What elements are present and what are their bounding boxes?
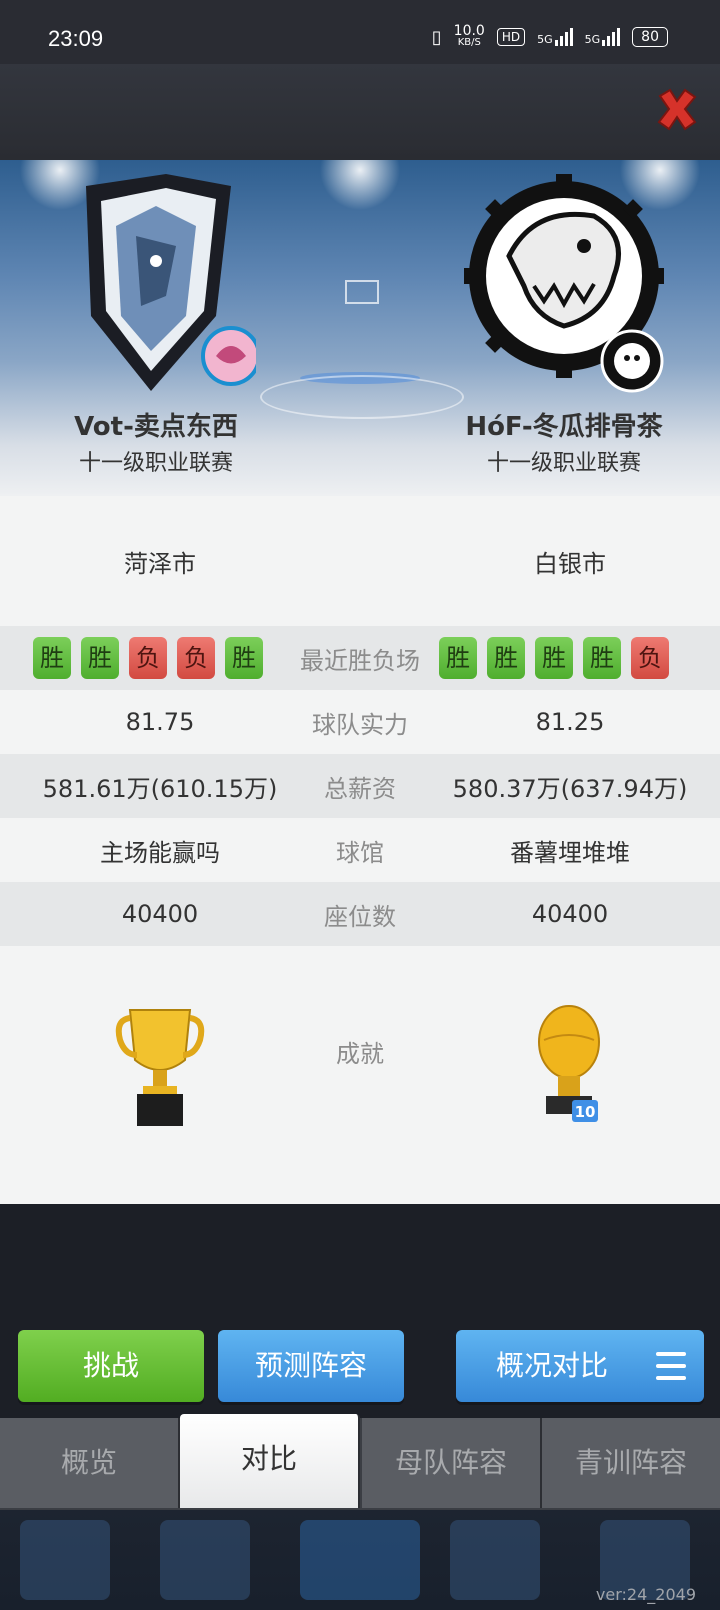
away-strength: 81.25 — [535, 708, 605, 736]
tab-compare[interactable]: 对比 — [180, 1414, 360, 1508]
hoop-decoration — [345, 280, 379, 304]
salary-row: 581.61万(610.15万) 总薪资 580.37万(637.94万) — [0, 754, 720, 818]
arena-row: 主场能赢吗 球馆 番薯埋堆堆 — [0, 818, 720, 882]
home-team-logo[interactable] — [56, 166, 261, 396]
away-team-logo[interactable] — [464, 166, 664, 396]
signal-5g-icon-1: 5G — [537, 28, 573, 46]
home-salary: 581.61万(610.15万) — [42, 774, 278, 803]
home-strength: 81.75 — [125, 708, 195, 736]
away-team-league: 十一级职业联赛 — [486, 451, 641, 476]
status-bar: 23:09 ▯ 10.0 KB/S HD 5G 5G 80 — [0, 0, 720, 64]
recent-results-row: 胜 胜 负 负 胜 最近胜负场 胜 胜 胜 胜 负 — [0, 626, 720, 690]
away-team-name: HóF-冬瓜排骨茶 — [465, 412, 663, 442]
result-badge: 胜 — [33, 637, 71, 679]
home-team-name: Vot-卖点东西 — [74, 412, 238, 442]
home-team-league: 十一级职业联赛 — [78, 451, 233, 476]
tab-youth-roster[interactable]: 青训阵容 — [542, 1418, 720, 1508]
battery-icon: 80 — [632, 27, 668, 47]
result-badge: 胜 — [225, 637, 263, 679]
status-icons: ▯ 10.0 KB/S HD 5G 5G 80 — [431, 23, 668, 48]
predict-lineup-button[interactable]: 预测阵容 — [218, 1330, 404, 1402]
nav-item-icon[interactable] — [300, 1520, 420, 1600]
result-badge: 胜 — [439, 637, 477, 679]
team-banner: Vot-卖点东西 十一级职业联赛 HóF-冬瓜排骨茶 十一级职业联赛 — [0, 160, 720, 496]
away-salary: 580.37万(637.94万) — [452, 774, 688, 803]
close-icon[interactable] — [654, 86, 700, 132]
result-badge: 胜 — [81, 637, 119, 679]
achievement-label: 成就 — [336, 1040, 384, 1068]
away-seats: 40400 — [531, 900, 609, 928]
away-recent-results: 胜 胜 胜 胜 负 — [434, 637, 674, 679]
signal1-label: 5G — [537, 33, 553, 46]
tab-overview[interactable]: 概览 — [0, 1418, 180, 1508]
city-row: 菏泽市 白银市 — [0, 496, 720, 626]
away-team: HóF-冬瓜排骨茶 十一级职业联赛 — [424, 166, 704, 477]
result-badge: 负 — [129, 637, 167, 679]
net-speed-value: 10.0 — [453, 23, 485, 39]
result-badge: 胜 — [583, 637, 621, 679]
hd-badge-icon: HD — [496, 28, 526, 46]
achievement-row: 成就 10 — [0, 946, 720, 1196]
strength-row: 81.75 球队实力 81.25 — [0, 690, 720, 754]
recent-label: 最近胜负场 — [300, 646, 420, 675]
achievement-count: 10 — [575, 1103, 596, 1121]
challenge-button[interactable]: 挑战 — [18, 1330, 204, 1402]
tab-bar: 概览 对比 母队阵容 青训阵容 — [0, 1414, 720, 1510]
overview-compare-button[interactable]: 概况对比 — [456, 1330, 704, 1402]
signal2-label: 5G — [584, 33, 601, 46]
version-label: ver:24_2049 — [595, 1585, 696, 1604]
result-badge: 负 — [631, 637, 669, 679]
result-badge: 胜 — [535, 637, 573, 679]
seats-row: 40400 座位数 40400 — [0, 882, 720, 946]
tab-main-roster[interactable]: 母队阵容 — [362, 1418, 542, 1508]
result-badge: 胜 — [487, 637, 525, 679]
overview-compare-label: 概况对比 — [496, 1349, 609, 1382]
home-city: 菏泽市 — [124, 549, 196, 578]
status-time: 23:09 — [48, 26, 104, 51]
vibrate-icon: ▯ — [431, 26, 442, 48]
result-badge: 负 — [177, 637, 215, 679]
away-arena: 番薯埋堆堆 — [510, 838, 630, 867]
signal-5g-icon-2: 5G — [585, 28, 621, 46]
nav-item-icon[interactable] — [20, 1520, 110, 1600]
away-city: 白银市 — [534, 549, 606, 578]
trophy-cup-icon[interactable] — [115, 1000, 205, 1130]
trophy-ball-icon[interactable]: 10 — [524, 1000, 614, 1130]
nav-item-icon[interactable] — [450, 1520, 540, 1600]
home-seats: 40400 — [121, 900, 199, 928]
home-team: Vot-卖点东西 十一级职业联赛 — [16, 166, 296, 477]
top-header — [0, 64, 720, 162]
nav-item-icon[interactable] — [160, 1520, 250, 1600]
home-arena: 主场能赢吗 — [100, 838, 220, 867]
net-speed-unit: KB/S — [457, 37, 481, 48]
home-recent-results: 胜 胜 负 负 胜 — [28, 637, 268, 679]
comparison-panel: 菏泽市 白银市 胜 胜 负 负 胜 最近胜负场 胜 胜 胜 胜 负 81.75 … — [0, 496, 720, 1204]
menu-icon — [656, 1352, 686, 1380]
net-speed: 10.0 KB/S — [453, 23, 485, 48]
